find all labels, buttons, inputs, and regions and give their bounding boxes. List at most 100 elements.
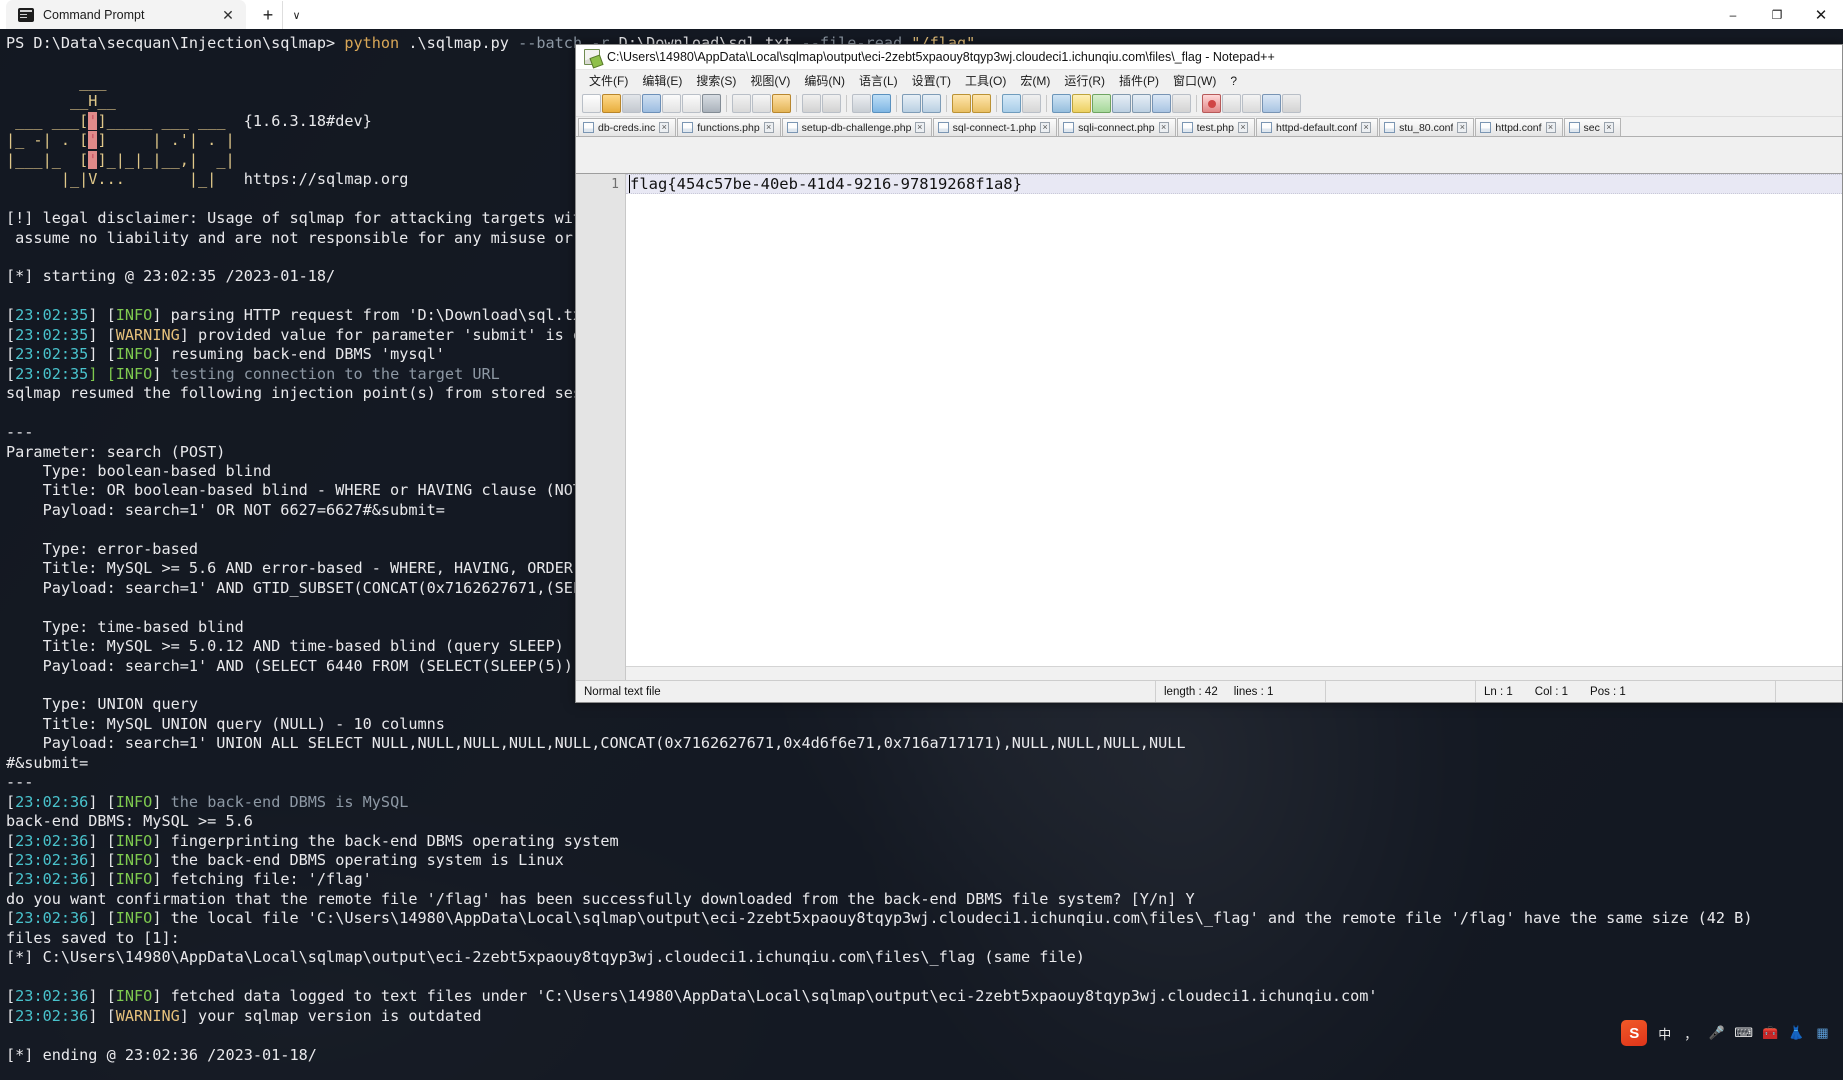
close-button[interactable]: ✕ <box>1799 0 1843 29</box>
paste-icon[interactable] <box>772 94 791 113</box>
document-tab[interactable]: stu_80.conf × <box>1379 118 1475 136</box>
terminal-tab-command-prompt[interactable]: Command Prompt ✕ <box>6 0 246 29</box>
terminal-text: the back-end DBMS is MySQL <box>170 792 409 811</box>
close-file-icon[interactable] <box>662 94 681 113</box>
save-all-icon[interactable] <box>642 94 661 113</box>
show-all-chars-icon[interactable] <box>1022 94 1041 113</box>
menu-item-v[interactable]: 视图(V) <box>743 70 797 91</box>
macro-playmulti-icon[interactable] <box>1262 94 1281 113</box>
new-tab-button[interactable]: + <box>254 1 282 29</box>
document-tab-close-icon[interactable]: × <box>1603 122 1614 133</box>
copy-icon[interactable] <box>752 94 771 113</box>
ime-punctuation-icon[interactable]: ， <box>1682 1023 1699 1043</box>
document-tab[interactable]: setup-db-challenge.php × <box>781 118 932 136</box>
menu-item-l[interactable]: 语言(L) <box>852 70 905 91</box>
open-file-icon[interactable] <box>602 94 621 113</box>
ime-toolbox-icon[interactable]: 🧰 <box>1762 1023 1779 1043</box>
document-tab[interactable]: httpd.conf × <box>1475 118 1563 136</box>
save-icon[interactable] <box>622 94 641 113</box>
document-tab-close-icon[interactable]: × <box>1457 122 1468 133</box>
find-icon[interactable] <box>852 94 871 113</box>
macro-play-icon[interactable] <box>1242 94 1261 113</box>
editor-line-1[interactable]: flag{454c57be-40eb-41d4-9216-97819268f1a… <box>626 174 1842 194</box>
document-tab-close-icon[interactable]: × <box>1361 122 1372 133</box>
document-tab-close-icon[interactable]: × <box>1237 122 1248 133</box>
doc-list-icon[interactable] <box>1132 94 1151 113</box>
user-define-dialog-icon[interactable] <box>1092 94 1111 113</box>
minimize-button[interactable]: – <box>1711 0 1755 29</box>
menu-item-t[interactable]: 设置(T) <box>905 70 958 91</box>
doc-map-icon[interactable] <box>1112 94 1131 113</box>
terminal-text: ] fingerprinting the back-end DBMS opera… <box>152 831 619 850</box>
cut-icon[interactable] <box>732 94 751 113</box>
print-icon[interactable] <box>702 94 721 113</box>
sogou-ime-logo-icon[interactable]: S <box>1621 1020 1648 1046</box>
terminal-text: ] [ <box>88 987 116 1006</box>
document-tab-label: httpd.conf <box>1495 121 1542 134</box>
macro-save-icon[interactable] <box>1282 94 1301 113</box>
menu-item-w[interactable]: 窗口(W) <box>1166 70 1223 91</box>
function-list-icon[interactable] <box>1152 94 1171 113</box>
document-tab[interactable]: functions.php × <box>677 118 781 136</box>
ime-keyboard-icon[interactable]: ⌨ <box>1734 1023 1753 1043</box>
terminal-text: testing connection to the target URL <box>170 364 500 383</box>
editor-horizontal-scrollbar[interactable] <box>626 666 1842 680</box>
status-ln: Ln : 1 <box>1484 685 1513 698</box>
sync-horizontal-icon[interactable] <box>972 94 991 113</box>
document-tab[interactable]: sec × <box>1563 118 1621 136</box>
word-wrap-icon[interactable] <box>1002 94 1021 113</box>
toolbar-separator <box>846 95 847 112</box>
sync-vertical-icon[interactable] <box>952 94 971 113</box>
document-tab[interactable]: sql-connect-1.php × <box>932 118 1058 136</box>
menu-item-o[interactable]: 工具(O) <box>958 70 1013 91</box>
maximize-button[interactable]: ❐ <box>1755 0 1799 29</box>
indent-guide-icon[interactable] <box>1052 94 1071 113</box>
ime-skin-icon[interactable]: 👗 <box>1788 1023 1805 1043</box>
terminal-text: 23:02:36 <box>15 792 89 811</box>
menu-item-e[interactable]: 编辑(E) <box>635 70 689 91</box>
terminal-text: {1.6.3.18#dev} <box>243 111 372 130</box>
document-icon <box>1384 122 1396 133</box>
close-all-icon[interactable] <box>682 94 701 113</box>
text-editor[interactable]: flag{454c57be-40eb-41d4-9216-97819268f1a… <box>626 174 1842 681</box>
document-tab[interactable]: test.php × <box>1176 118 1255 136</box>
ime-menu-icon[interactable]: ▦ <box>1814 1023 1831 1043</box>
redo-icon[interactable] <box>822 94 841 113</box>
notepadpp-document-tabbar[interactable]: db-creds.inc × functions.php × setup-db-chal… <box>576 117 1842 137</box>
notepadpp-editor-area[interactable]: 1 flag{454c57be-40eb-41d4-9216-97819268f… <box>576 173 1842 681</box>
document-tab-close-icon[interactable]: × <box>763 122 774 133</box>
menu-item-p[interactable]: 插件(P) <box>1112 70 1166 91</box>
macro-record-icon[interactable] <box>1202 94 1221 113</box>
menu-item-n[interactable]: 编码(N) <box>797 70 852 91</box>
document-tab-close-icon[interactable]: × <box>659 122 670 133</box>
notepadpp-menubar[interactable]: 文件(F) 编辑(E) 搜索(S) 视图(V) 编码(N) 语言(L) 设置(T) 工具(O)… <box>576 70 1842 91</box>
folder-workspace-icon[interactable] <box>1172 94 1191 113</box>
ime-toolbar[interactable]: S 中 ， 🎤 ⌨ 🧰 👗 ▦ <box>1615 1016 1837 1050</box>
document-tab[interactable]: httpd-default.conf × <box>1255 118 1379 136</box>
ime-voice-input-icon[interactable]: 🎤 <box>1708 1023 1725 1043</box>
chevron-down-icon[interactable]: ∨ <box>282 1 310 29</box>
ime-mode-chinese-icon[interactable]: 中 <box>1656 1023 1673 1043</box>
document-tab-close-icon[interactable]: × <box>1158 122 1169 133</box>
document-tab[interactable]: sqli-connect.php × <box>1058 118 1176 136</box>
macro-stop-icon[interactable] <box>1222 94 1241 113</box>
zoom-out-icon[interactable] <box>922 94 941 113</box>
document-tab-close-icon[interactable]: × <box>914 122 925 133</box>
toolbar-separator <box>796 95 797 112</box>
document-tab-close-icon[interactable]: × <box>1040 122 1051 133</box>
notepadpp-toolbar[interactable] <box>576 91 1842 117</box>
menu-item-m[interactable]: 宏(M) <box>1013 70 1057 91</box>
menu-item-r[interactable]: 运行(R) <box>1057 70 1112 91</box>
ui-fold-icon[interactable] <box>1072 94 1091 113</box>
document-tab-close-icon[interactable]: × <box>1545 122 1556 133</box>
new-file-icon[interactable] <box>582 94 601 113</box>
zoom-in-icon[interactable] <box>902 94 921 113</box>
menu-item-f[interactable]: 文件(F) <box>582 70 635 91</box>
menu-item-s[interactable]: 搜索(S) <box>689 70 743 91</box>
status-length: length : 42 <box>1164 685 1218 698</box>
document-tab[interactable]: db-creds.inc × <box>578 118 677 136</box>
replace-icon[interactable] <box>872 94 891 113</box>
undo-icon[interactable] <box>802 94 821 113</box>
menu-item-[interactable]: ? <box>1223 72 1244 90</box>
close-icon[interactable]: ✕ <box>218 8 238 22</box>
